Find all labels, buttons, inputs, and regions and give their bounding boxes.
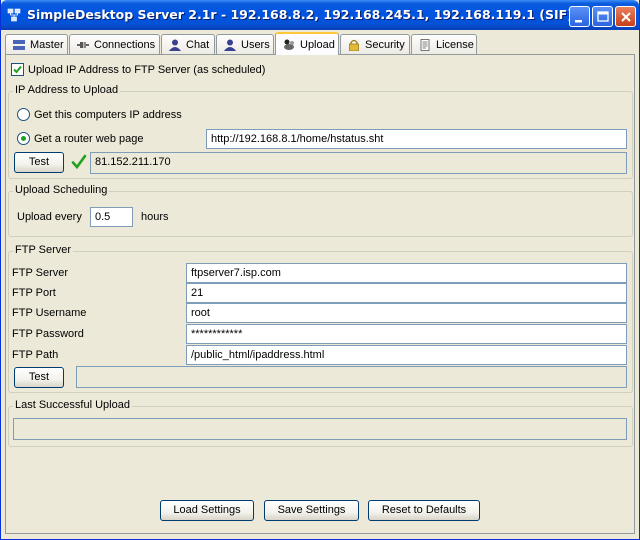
tab-users[interactable]: Users (216, 34, 274, 54)
tab-label: Security (365, 38, 405, 51)
tab-license[interactable]: License (411, 34, 477, 54)
ftp-server-group-title: FTP Server (13, 244, 74, 256)
lock-icon (347, 39, 361, 51)
ip-test-button[interactable]: Test (14, 152, 64, 173)
ftp-test-button[interactable]: Test (14, 367, 64, 388)
ftp-server-input[interactable]: ftpserver7.isp.com (186, 263, 627, 283)
radio-local-ip-label: Get this computers IP address (34, 109, 182, 121)
tab-label: Users (241, 38, 270, 51)
user-icon (223, 39, 237, 51)
tab-upload[interactable]: Upload (275, 32, 339, 55)
load-settings-button[interactable]: Load Settings (160, 500, 254, 521)
radio-router-page-label: Get a router web page (34, 133, 144, 145)
ftp-port-input[interactable]: 21 (186, 283, 627, 303)
tab-master[interactable]: Master (5, 34, 68, 54)
ftp-username-input[interactable]: root (186, 303, 627, 323)
checkmark-icon (71, 154, 87, 173)
app-window: SimpleDesktop Server 2.1r - 192.168.8.2,… (0, 0, 640, 540)
title-bar[interactable]: SimpleDesktop Server 2.1r - 192.168.8.2,… (1, 0, 639, 30)
tab-label: Chat (186, 38, 210, 51)
upload-every-label: Upload every (17, 211, 82, 223)
ftp-server-label: FTP Server (12, 267, 69, 279)
upload-interval-input[interactable]: 0.5 (90, 207, 133, 227)
network-icon (7, 8, 21, 22)
master-icon (12, 39, 26, 51)
document-icon (418, 38, 432, 51)
tab-strip: Master Connections Chat Users Upload Sec… (5, 32, 635, 55)
save-settings-button[interactable]: Save Settings (264, 500, 359, 521)
ip-address-group-title: IP Address to Upload (13, 84, 121, 96)
tab-label: Master (30, 38, 64, 51)
maximize-button[interactable] (592, 6, 613, 27)
tab-security[interactable]: Security (340, 34, 410, 54)
ftp-path-label: FTP Path (12, 349, 59, 361)
radio-local-ip[interactable] (17, 108, 30, 121)
minimize-button[interactable] (569, 6, 590, 27)
tab-label: Upload (300, 38, 335, 51)
tab-connections[interactable]: Connections (69, 34, 160, 54)
upload-icon (282, 39, 296, 51)
reset-defaults-button[interactable]: Reset to Defaults (368, 500, 480, 521)
last-upload-field (13, 418, 627, 440)
tab-label: Connections (94, 38, 156, 51)
hours-label: hours (141, 211, 169, 223)
ftp-path-input[interactable]: /public_html/ipaddress.html (186, 345, 627, 365)
tab-label: License (436, 38, 474, 51)
ftp-username-label: FTP Username (12, 307, 87, 319)
ftp-password-label: FTP Password (12, 328, 84, 340)
ftp-port-label: FTP Port (12, 287, 56, 299)
window-title: SimpleDesktop Server 2.1r - 192.168.8.2,… (27, 7, 573, 22)
close-button[interactable] (615, 6, 636, 27)
ftp-password-input[interactable]: ************ (186, 324, 627, 344)
user-icon (168, 39, 182, 51)
tab-chat[interactable]: Chat (161, 34, 215, 54)
ftp-test-result-field (76, 366, 627, 388)
router-url-input[interactable]: http://192.168.8.1/home/hstatus.sht (206, 129, 627, 149)
upload-scheduling-group-title: Upload Scheduling (13, 184, 110, 196)
plug-icon (76, 39, 90, 51)
upload-checkbox-label: Upload IP Address to FTP Server (as sche… (28, 64, 266, 76)
last-upload-group-title: Last Successful Upload (13, 399, 132, 411)
ip-result-field: 81.152.211.170 (90, 152, 627, 174)
radio-router-page[interactable] (17, 132, 30, 145)
upload-checkbox[interactable] (11, 63, 24, 76)
